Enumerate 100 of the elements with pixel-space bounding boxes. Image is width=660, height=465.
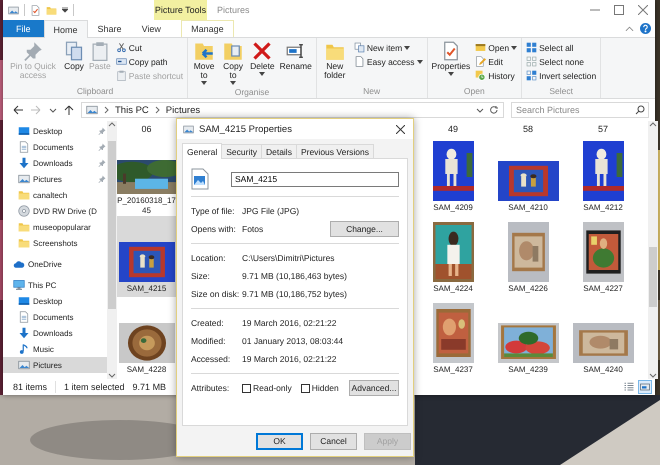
down-arrow-icon [18,157,30,169]
page-pencil-icon [475,56,486,67]
nav-item[interactable]: Downloads [3,325,107,341]
file-item[interactable]: SAM_4212 [568,135,638,216]
dialog-button[interactable]: OK [256,432,303,450]
nav-item[interactable]: Pictures [3,357,107,373]
ribbon-tab[interactable]: View [132,20,171,37]
search-field[interactable]: Search Pictures [511,102,649,118]
help-icon[interactable] [640,23,651,34]
file-item[interactable]: P_20160318_17 45 [117,135,176,216]
file-item[interactable]: SAM_4240 [568,297,638,378]
nav-item[interactable]: Desktop [3,293,107,309]
ribbon-button[interactable]: History [473,69,520,82]
dialog-button[interactable]: Cancel [310,432,357,450]
folder-icon [46,4,57,16]
nav-item[interactable]: Documents [3,139,107,155]
address-bar[interactable]: This PC Pictures [81,102,504,118]
advanced-button[interactable]: Advanced... [349,380,399,396]
view-button[interactable] [638,380,652,394]
breadcrumb[interactable]: Pictures [166,104,200,116]
desktop-icon [18,125,30,137]
nav-item[interactable]: Music [3,341,107,357]
file-item[interactable]: SAM_4226 [493,216,563,297]
caret-up-icon [649,121,657,129]
pin-icon [98,143,106,151]
nav-item[interactable]: Pictures [3,171,107,187]
pages-icon [354,42,365,53]
nav-item[interactable]: canaltech [3,187,107,203]
nav-item[interactable]: Downloads [3,155,107,171]
ribbon-button[interactable]: New item [352,41,425,54]
ribbon-button[interactable]: Select none [524,55,598,68]
up-arrow-icon[interactable] [64,104,74,116]
ribbon-button[interactable]: Easy access [352,55,425,68]
file-item[interactable]: SAM_4210 [493,135,563,216]
back-icon[interactable] [13,105,24,115]
file-item[interactable]: SAM_4215 [117,216,176,297]
file-label: 49 [446,123,459,135]
breadcrumb[interactable]: This PC [115,104,149,116]
scroll-thumb[interactable] [108,141,116,309]
nav-item[interactable]: OneDrive [3,256,107,272]
frame-icon [475,42,486,53]
ribbon-button[interactable]: Move to [190,40,218,86]
ribbon-tab[interactable]: Manage [180,20,234,37]
ribbon-button[interactable]: Copy path [114,55,186,68]
ribbon-tab[interactable]: Home [44,20,88,38]
clipboard-icon [116,70,127,81]
scrollbar[interactable] [107,121,117,379]
name-field[interactable]: SAM_4215 [231,172,399,186]
ribbon-button[interactable]: New folder [318,40,351,85]
ribbon-tab[interactable]: Share [88,20,132,37]
pages-icon [64,41,84,61]
refresh-icon[interactable] [489,105,499,115]
ribbon-button[interactable]: Copy [62,40,86,85]
nav-item[interactable]: museopopularar [3,219,107,235]
ribbon-button[interactable]: Invert selection [524,69,598,82]
property-label: Created: [191,318,225,328]
nav-item[interactable]: Desktop [3,123,107,139]
group-label: Clipboard [76,85,114,98]
ribbon-button[interactable]: Copy to [219,40,248,86]
ribbon-button[interactable]: Select all [524,41,598,54]
desktop-icon [18,295,30,307]
group-label: Organise [234,86,270,98]
dialog-tab[interactable]: Previous Versions [296,144,374,159]
change-button[interactable]: Change... [330,221,399,237]
ribbon-button[interactable]: Delete [248,40,277,86]
ribbon-button[interactable]: Rename [278,40,314,86]
ribbon-button[interactable]: Open [473,41,520,54]
ribbon-button[interactable]: Edit [473,55,520,68]
dropdown-icon[interactable] [476,106,484,114]
close-icon [396,124,404,134]
picture-icon [18,359,30,371]
nav-item[interactable]: Screenshots [3,235,107,251]
caret-down-icon[interactable] [49,106,57,114]
checkbox[interactable]: Read-only [242,383,292,393]
nav-item[interactable]: This PC [3,277,107,293]
ribbon-button[interactable]: Cut [114,41,186,54]
file-item[interactable]: SAM_4228 [117,297,176,378]
file-item[interactable]: SAM_4224 [418,216,488,297]
nav-item[interactable]: DVD RW Drive (D [3,203,107,219]
file-item[interactable]: SAM_4209 [418,135,488,216]
caret-up-icon[interactable] [625,24,634,32]
property-value: 9.71 MB (10,186,752 bytes) [242,289,348,299]
file-item[interactable]: SAM_4227 [568,216,638,297]
caret-icon[interactable] [62,7,68,13]
file-item[interactable]: SAM_4239 [493,297,563,378]
disc-icon [18,205,30,217]
scroll-thumb[interactable] [649,247,657,307]
folder-icon [18,237,30,249]
item-count: 81 items [13,382,48,392]
caret-icon [259,72,266,76]
ribbon-button[interactable]: Properties [430,40,472,85]
property-label: Type of file: [191,206,236,216]
image-file-icon [191,168,209,190]
file-label: 06 [140,123,152,135]
dialog-tab[interactable]: General [182,143,222,159]
checkbox[interactable]: Hidden [300,383,339,393]
ribbon-tab[interactable]: File [3,20,44,37]
file-item[interactable]: SAM_4237 [418,297,488,378]
nav-item[interactable]: Documents [3,309,107,325]
scissors-icon [116,42,127,53]
